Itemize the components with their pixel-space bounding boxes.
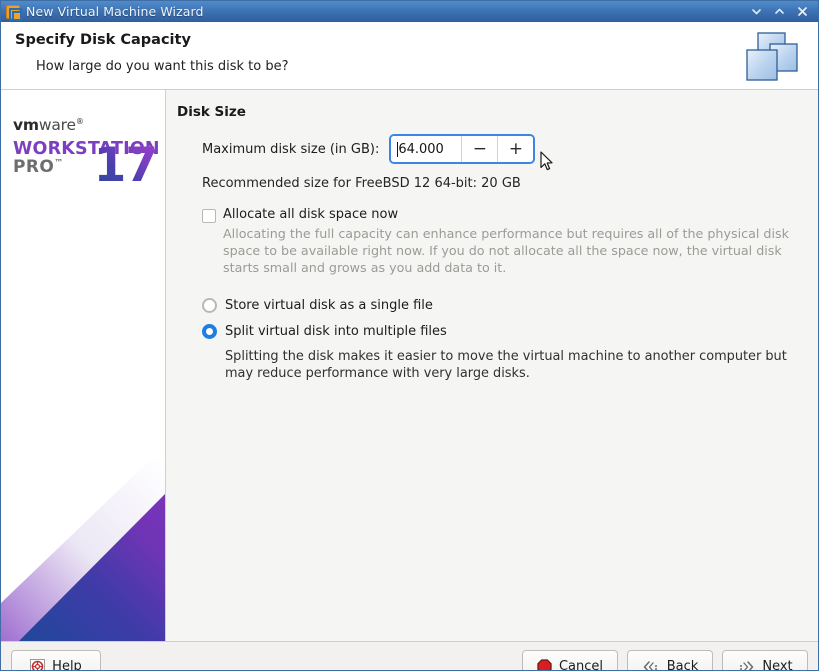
- content-panel: Disk Size Maximum disk size (in GB): 64.…: [166, 90, 818, 641]
- title-bar: New Virtual Machine Wizard: [1, 1, 818, 22]
- brand-pro-text: PRO: [13, 157, 55, 178]
- cancel-button-label: Cancel: [558, 659, 604, 671]
- disk-storage-options: Store virtual disk as a single file Spli…: [202, 298, 802, 382]
- page-subtitle: How large do you want this disk to be?: [36, 59, 289, 74]
- branding-sidebar: vmware® WORKSTATION PRO™ 17: [1, 90, 166, 641]
- brand-vmware-wordmark: vmware®: [13, 116, 163, 135]
- recommended-size-text: Recommended size for FreeBSD 12 64-bit: …: [202, 176, 521, 191]
- close-icon[interactable]: [797, 6, 808, 18]
- disk-size-increment-button[interactable]: +: [497, 136, 534, 162]
- wizard-footer: Help Cancel Back Next: [1, 641, 818, 671]
- section-title-disk-size: Disk Size: [177, 104, 246, 120]
- radio-multiple-files-indicator[interactable]: [202, 324, 217, 340]
- vmware-app-icon: [6, 4, 22, 21]
- minimize-icon[interactable]: [751, 6, 762, 18]
- stacked-disks-illustration: [742, 31, 804, 83]
- allocate-all-disk-space-checkbox[interactable]: Allocate all disk space now: [202, 207, 802, 223]
- lifebuoy-icon: [30, 659, 46, 670]
- disk-size-stepper[interactable]: 64.000 − +: [389, 134, 536, 164]
- sidebar-diagonal-graphic: [1, 431, 165, 641]
- back-button[interactable]: Back: [627, 650, 713, 671]
- disk-size-decrement-button[interactable]: −: [461, 136, 498, 162]
- disk-size-label: Maximum disk size (in GB):: [202, 141, 380, 157]
- disk-size-input[interactable]: 64.000: [391, 136, 462, 162]
- checkbox-box[interactable]: [202, 209, 216, 223]
- radio-multiple-files-description: Splitting the disk makes it easier to mo…: [225, 349, 787, 382]
- brand-ware: ware: [38, 116, 76, 135]
- window-title: New Virtual Machine Wizard: [26, 4, 204, 19]
- wizard-window: New Virtual Machine Wizard Specify Disk …: [0, 0, 819, 671]
- allocate-description: Allocating the full capacity can enhance…: [223, 226, 789, 275]
- cancel-button[interactable]: Cancel: [522, 650, 618, 671]
- back-button-label: Back: [666, 659, 699, 671]
- wizard-header: Specify Disk Capacity How large do you w…: [1, 22, 818, 90]
- help-button[interactable]: Help: [11, 650, 101, 671]
- red-octagon-icon: [537, 659, 552, 670]
- radio-multiple-files-label: Split virtual disk into multiple files: [225, 324, 447, 340]
- page-title: Specify Disk Capacity: [15, 32, 191, 48]
- double-chevron-right-icon: [737, 660, 755, 670]
- help-button-label: Help: [52, 659, 82, 671]
- brand-trademark-mark: ™: [54, 158, 64, 169]
- brand-version-number: 17: [93, 138, 158, 193]
- double-chevron-left-icon: [642, 660, 660, 670]
- radio-multiple-files[interactable]: Split virtual disk into multiple files: [202, 324, 802, 340]
- window-controls: [751, 6, 814, 18]
- brand-registered-mark: ®: [75, 117, 84, 126]
- radio-single-file-indicator[interactable]: [202, 298, 217, 314]
- maximize-icon[interactable]: [774, 6, 785, 18]
- allocate-checkbox-label: Allocate all disk space now: [223, 207, 399, 222]
- next-button[interactable]: Next: [722, 650, 808, 671]
- radio-single-file[interactable]: Store virtual disk as a single file: [202, 298, 802, 314]
- radio-single-file-label: Store virtual disk as a single file: [225, 298, 433, 314]
- brand-vm: vm: [13, 116, 39, 135]
- next-button-label: Next: [762, 659, 793, 671]
- disk-size-row: Maximum disk size (in GB): 64.000 − +: [202, 134, 802, 164]
- wizard-body: vmware® WORKSTATION PRO™ 17 Disk Size Ma…: [1, 90, 818, 641]
